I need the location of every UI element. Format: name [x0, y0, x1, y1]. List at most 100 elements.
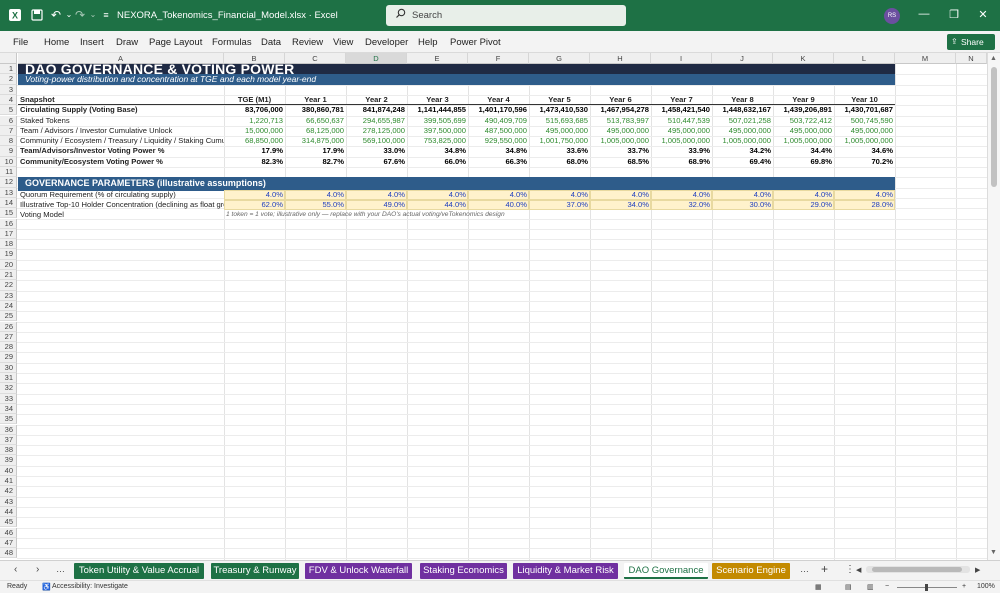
row-header-9[interactable]: 9 [0, 146, 17, 157]
share-button[interactable]: ⇪ Share [947, 34, 995, 50]
value-cell[interactable]: 33.0% [346, 146, 407, 156]
row-header-21[interactable]: 21 [0, 270, 17, 281]
row-header-16[interactable]: 16 [0, 218, 17, 229]
row-header-20[interactable]: 20 [0, 259, 17, 270]
page-layout-view-icon[interactable]: ▤ [845, 583, 852, 591]
value-cell[interactable]: 515,693,685 [529, 116, 590, 126]
row-header-40[interactable]: 40 [0, 465, 17, 476]
value-cell[interactable]: 507,021,258 [712, 116, 773, 126]
value-cell[interactable]: 495,000,000 [529, 126, 590, 136]
accessibility-icon[interactable]: ♿ [42, 583, 51, 591]
value-cell[interactable]: 83,706,000 [224, 105, 285, 115]
sheet-tab-fdv-unlock-waterfall[interactable]: FDV & Unlock Waterfall [305, 563, 412, 579]
redo-dropdown-icon[interactable]: ⌄ [86, 8, 100, 22]
input-cell[interactable]: 28.0% [834, 200, 895, 210]
value-cell[interactable]: 34.4% [773, 146, 834, 156]
row-header-37[interactable]: 37 [0, 434, 17, 446]
menu-view[interactable]: View [333, 37, 353, 48]
row-header-34[interactable]: 34 [0, 403, 17, 415]
row-header-30[interactable]: 30 [0, 362, 17, 373]
row-header-24[interactable]: 24 [0, 300, 17, 312]
value-cell[interactable]: 68.0% [529, 157, 590, 167]
value-cell[interactable]: 753,825,000 [407, 136, 468, 146]
row-header-13[interactable]: 13 [0, 187, 17, 198]
row-header-10[interactable]: 10 [0, 156, 17, 167]
value-cell[interactable]: 841,874,248 [346, 105, 407, 115]
row-header-14[interactable]: 14 [0, 197, 17, 209]
value-cell[interactable]: 68,850,000 [224, 136, 285, 146]
input-cell[interactable]: 4.0% [529, 190, 590, 200]
value-cell[interactable]: 34.2% [712, 146, 773, 156]
input-cell[interactable]: 29.0% [773, 200, 834, 210]
row-header-6[interactable]: 6 [0, 115, 17, 126]
row-header-42[interactable]: 42 [0, 486, 17, 497]
value-cell[interactable]: 34.8% [468, 146, 529, 156]
row-header-17[interactable]: 17 [0, 228, 17, 240]
value-cell[interactable]: 1,005,000,000 [773, 136, 834, 146]
input-cell[interactable]: 4.0% [346, 190, 407, 200]
value-cell[interactable]: 82.3% [224, 157, 285, 167]
row-label[interactable]: Circulating Supply (Voting Base) [18, 105, 224, 115]
value-cell[interactable]: 1,001,750,000 [529, 136, 590, 146]
column-header-m[interactable]: M [895, 53, 956, 64]
tab-more-right-icon[interactable]: … [800, 564, 809, 574]
input-cell[interactable]: 4.0% [834, 190, 895, 200]
value-cell[interactable]: 66,650,637 [285, 116, 346, 126]
horizontal-scroll-thumb[interactable] [872, 567, 962, 572]
input-cell[interactable]: 4.0% [590, 190, 651, 200]
value-cell[interactable]: 495,000,000 [773, 126, 834, 136]
column-header-e[interactable]: E [407, 53, 468, 64]
value-cell[interactable]: 1,401,170,596 [468, 105, 529, 115]
row-header-19[interactable]: 19 [0, 249, 17, 260]
autosave-icon[interactable] [30, 8, 44, 22]
redo-icon[interactable]: ↷ [73, 8, 87, 22]
row-label[interactable]: Team / Advisors / Investor Cumulative Un… [18, 126, 224, 136]
row-header-45[interactable]: 45 [0, 517, 17, 528]
select-all-corner[interactable] [0, 53, 17, 64]
zoom-out-icon[interactable]: − [885, 583, 889, 590]
row-header-28[interactable]: 28 [0, 342, 17, 353]
avatar[interactable]: RS [884, 8, 900, 24]
value-cell[interactable]: 294,655,987 [346, 116, 407, 126]
value-cell[interactable]: 33.6% [529, 146, 590, 156]
value-cell[interactable]: 503,722,412 [773, 116, 834, 126]
customize-toolbar-icon[interactable]: ≡ [99, 8, 113, 22]
value-cell[interactable]: 66.0% [407, 157, 468, 167]
input-cell[interactable]: 37.0% [529, 200, 590, 210]
input-cell[interactable]: 32.0% [651, 200, 712, 210]
column-header-f[interactable]: F [468, 53, 529, 64]
menu-insert[interactable]: Insert [80, 37, 104, 48]
value-cell[interactable]: 495,000,000 [590, 126, 651, 136]
row-header-27[interactable]: 27 [0, 331, 17, 343]
column-header-h[interactable]: H [590, 53, 651, 64]
hscroll-right-icon[interactable]: ▶ [975, 566, 980, 574]
input-cell[interactable]: 4.0% [651, 190, 712, 200]
input-cell[interactable]: 62.0% [224, 200, 285, 210]
value-cell[interactable]: 33.9% [651, 146, 712, 156]
row-header-2[interactable]: 2 [0, 74, 17, 85]
row-header-5[interactable]: 5 [0, 105, 17, 116]
add-sheet-icon[interactable]: + [821, 562, 828, 576]
zoom-level[interactable]: 100% [977, 583, 995, 590]
input-cell[interactable]: 40.0% [468, 200, 529, 210]
value-cell[interactable]: 1,430,701,687 [834, 105, 895, 115]
column-header-i[interactable]: I [651, 53, 712, 64]
sheet-tab-staking-economics[interactable]: Staking Economics [420, 563, 507, 579]
row-header-12[interactable]: 12 [0, 177, 17, 188]
menu-data[interactable]: Data [261, 37, 281, 48]
row-header-4[interactable]: 4 [0, 94, 17, 106]
input-cell[interactable]: 4.0% [712, 190, 773, 200]
close-icon[interactable]: ✕ [976, 8, 990, 21]
value-cell[interactable]: 68.5% [590, 157, 651, 167]
row-header-38[interactable]: 38 [0, 445, 17, 456]
row-label[interactable]: Staked Tokens [18, 116, 224, 126]
input-cell[interactable]: 55.0% [285, 200, 346, 210]
zoom-in-icon[interactable]: + [962, 583, 966, 590]
column-header-l[interactable]: L [834, 53, 895, 64]
row-header-36[interactable]: 36 [0, 424, 17, 435]
row-header-41[interactable]: 41 [0, 476, 17, 487]
input-cell[interactable]: 30.0% [712, 200, 773, 210]
sheet-tab-token-utility-value-accrual[interactable]: Token Utility & Value Accrual [74, 563, 204, 579]
value-cell[interactable]: 1,473,410,530 [529, 105, 590, 115]
value-cell[interactable]: 569,100,000 [346, 136, 407, 146]
